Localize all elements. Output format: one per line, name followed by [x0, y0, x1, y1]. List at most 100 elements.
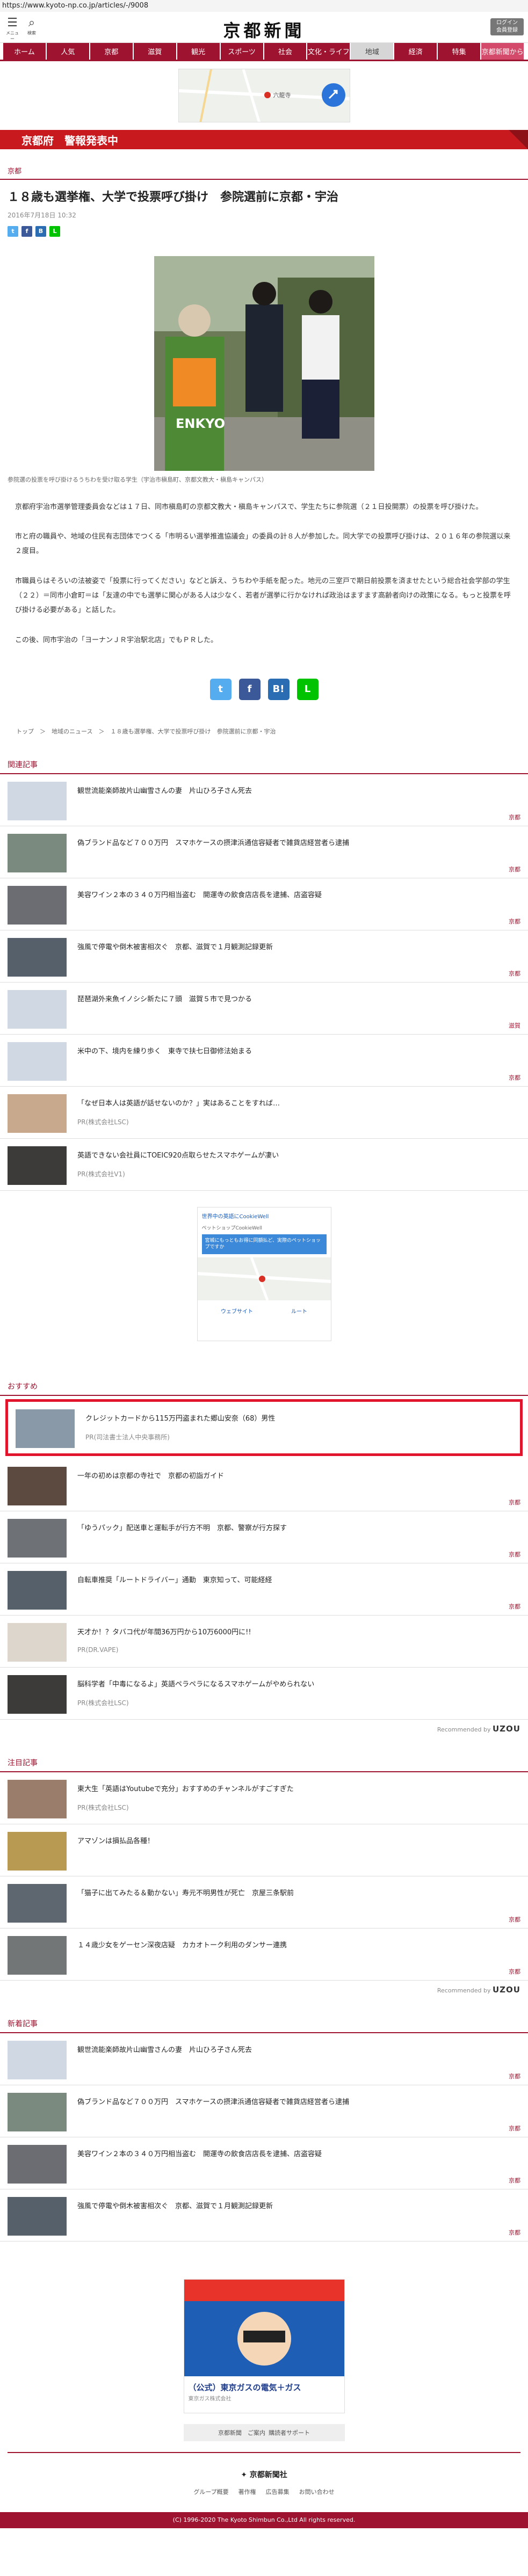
- list-item[interactable]: 「ゆうパック」配送車と運転手が行方不明 京都、警察が行方探す 京都: [0, 1511, 528, 1563]
- list-item[interactable]: 一年の初めは京都の寺社で 京都の初詣ガイド 京都: [0, 1459, 528, 1511]
- line-share-icon[interactable]: L: [49, 225, 60, 237]
- footer-nav-contact[interactable]: お問い合わせ: [299, 2487, 335, 2496]
- thumbnail: [8, 1883, 67, 1923]
- line-share-icon[interactable]: L: [296, 678, 319, 700]
- list-item[interactable]: 米中の下、境内を練り歩く 東寺で扶七日御修法始まる 京都: [0, 1035, 528, 1087]
- facebook-share-icon[interactable]: f: [21, 225, 32, 237]
- list-item[interactable]: 偽ブランド品など７００万円 スマホケースの摂津浜通信容疑者で雑貨店経営者ら逮捕 …: [0, 826, 528, 878]
- pr-item-sponsor: PR(DR.VAPE): [77, 1646, 119, 1654]
- footer-link-guide[interactable]: 京都新聞 ご案内: [218, 2428, 265, 2437]
- uzou-logo: UZOU: [493, 1984, 520, 1995]
- site-logo[interactable]: 京都新聞: [0, 17, 528, 42]
- login-button[interactable]: ログイン 会員登録: [490, 18, 524, 35]
- list-item[interactable]: 偽ブランド品など７００万円 スマホケースの摂津浜通信容疑者で雑貨店経営者ら逮捕 …: [0, 2085, 528, 2137]
- list-item[interactable]: 「猫子に出てみたる＆動かない」寿元不明男性が死亡 京屋三条駅前 京都: [0, 1876, 528, 1929]
- article-date: 2016年7月18日 10:32: [8, 211, 76, 219]
- list-item[interactable]: 美容ワイン２本の３４０万円相当盗む 開運寺の飲食店店長を逮捕、店盗容疑 京都: [0, 878, 528, 930]
- footer-nav-ads[interactable]: 広告募集: [266, 2487, 290, 2496]
- nav-culture[interactable]: 文化・ライフ: [307, 43, 350, 60]
- weather-alert-banner[interactable]: 京都府 警報発表中: [0, 130, 528, 149]
- pr-item-sponsor: PR(司法書士法人中央事務所): [85, 1433, 170, 1442]
- map-graphic: [197, 1257, 331, 1301]
- list-item-category: 京都: [509, 1603, 520, 1610]
- list-item[interactable]: １４歳少女をゲーセン深夜店疑 カカオトーク利用のダンサー連携 京都: [0, 1929, 528, 1981]
- twitter-share-icon[interactable]: t: [209, 678, 232, 700]
- pr-item-title: 「なぜ日本人は英語が話せないのか？」実はあることをすれば…: [77, 1099, 280, 1108]
- nav-shiga[interactable]: 滋賀: [133, 43, 176, 60]
- list-item[interactable]: 美容ワイン２本の３４０万円相当盗む 開運寺の飲食店店長を逮捕、店盗容疑 京都: [0, 2137, 528, 2189]
- list-item[interactable]: 自転車推奨「ルートドライバー」通勤 東京知って、可能経経 京都: [0, 1563, 528, 1616]
- list-item-category: 京都: [509, 970, 520, 977]
- article-section-label[interactable]: 京都: [0, 160, 528, 180]
- pr-item-sponsor: PR(株式会社V1): [77, 1170, 125, 1178]
- map-ad-route-button[interactable]: ルート: [291, 1307, 307, 1315]
- footer-nav-group[interactable]: グループ概要: [193, 2487, 228, 2496]
- recommended-by[interactable]: Recommended by UZOU: [0, 1720, 528, 1750]
- thumbnail: [8, 1094, 67, 1133]
- list-item-category: 京都: [509, 918, 520, 925]
- breadcrumb[interactable]: トップ ＞ 地域のニュース ＞ １８歳も選挙権、大学で投票呼び掛け 参院選前に京…: [0, 722, 528, 752]
- nav-feature[interactable]: 特集: [438, 43, 481, 60]
- list-item[interactable]: 観世流能楽師故片山幽雪さんの妻 片山ひろ子さん死去 京都: [0, 774, 528, 826]
- list-item-category: 京都: [509, 813, 520, 821]
- hatena-share-icon[interactable]: B: [35, 225, 46, 237]
- list-item-category: 京都: [509, 1551, 520, 1558]
- recommended-by[interactable]: Recommended by UZOU: [0, 1981, 528, 2011]
- nav-home[interactable]: ホーム: [3, 43, 46, 60]
- thumbnail: [8, 1518, 67, 1558]
- twitter-share-icon[interactable]: t: [8, 225, 18, 237]
- list-item-title: 美容ワイン２本の３４０万円相当盗む 開運寺の飲食店店長を逮捕、店盗容疑: [77, 2150, 322, 2158]
- facebook-share-icon[interactable]: f: [238, 678, 261, 700]
- nav-tourism[interactable]: 観光: [177, 43, 220, 60]
- recommend-heading: おすすめ: [0, 1373, 528, 1396]
- pr-item[interactable]: 天才か！？タバコ代が年間36万円から10万6000円に!! PR(DR.VAPE…: [0, 1616, 528, 1668]
- thumbnail: [8, 2196, 67, 2236]
- list-item[interactable]: 強風で停電や倒木被害相次ぐ 京都、滋賀で１月観測記録更新 京都: [0, 2189, 528, 2242]
- list-item[interactable]: 観世流能楽師故片山幽雪さんの妻 片山ひろ子さん死去 京都: [0, 2033, 528, 2085]
- url-bar[interactable]: https://www.kyoto-np.co.jp/articles/-/90…: [0, 0, 528, 12]
- list-item[interactable]: 強風で停電や倒木被害相次ぐ 京都、滋賀で１月観測記録更新 京都: [0, 930, 528, 983]
- pr-item[interactable]: 東大生「英語はYoutubeで充分」おすすめのチャンネルがすごすぎた PR(株式…: [0, 1772, 528, 1824]
- thumbnail: [8, 1935, 67, 1975]
- list-item-title: 「ゆうパック」配送車と運転手が行方不明 京都、警察が行方探す: [77, 1524, 287, 1532]
- article-paragraph: 市職員らはそろいの法被姿で「投票に行ってください」などと訴え、うちわや手紙を配っ…: [15, 577, 511, 615]
- map-ad-website-button[interactable]: ウェブサイト: [221, 1307, 253, 1315]
- site-header: ☰ メニュー ⌕ 検索 京都新聞 ログイン 会員登録: [0, 12, 528, 43]
- footer-nav-copyright[interactable]: 著作権: [238, 2487, 256, 2496]
- footer-link-support[interactable]: 購読者サポート: [269, 2428, 310, 2437]
- list-item-title: 偽ブランド品など７００万円 スマホケースの摂津浜通信容疑者で雑貨店経営者ら逮捕: [77, 839, 349, 847]
- pr-item[interactable]: アマゾンは損払品各種！: [0, 1824, 528, 1876]
- thumbnail: [16, 1409, 75, 1448]
- nav-society[interactable]: 社会: [264, 43, 307, 60]
- hatena-share-icon[interactable]: B!: [267, 678, 290, 700]
- list-item-title: 強風で停電や倒木被害相次ぐ 京都、滋賀で１月観測記録更新: [77, 943, 273, 951]
- article-paragraph: この後、同市宇治の「ヨーナンＪＲ宇治駅北店」でもＰＲした。: [15, 636, 218, 644]
- list-item-category: 京都: [509, 2229, 520, 2236]
- pr-item[interactable]: 脳科学者「中毒になるよ」英語ペラペラになるスマホゲームがやめられない PR(株式…: [0, 1668, 528, 1720]
- list-item-title: 琵琶湖外来魚イノシシ新たに７頭 滋賀５市で見つかる: [77, 995, 252, 1003]
- thumbnail: [8, 2092, 67, 2131]
- map-ad[interactable]: 世界中の英語にCookieWell ペットショップCookieWell 宮城にも…: [197, 1206, 331, 1341]
- nav-from-kyoto[interactable]: 京都新聞から: [481, 43, 524, 60]
- nav-sports[interactable]: スポーツ: [220, 43, 263, 60]
- highlighted-pr-item[interactable]: クレジットカードから115万円盗まれた郷山安奈（68）男性 PR(司法書士法人中…: [5, 1399, 523, 1456]
- footer-brand[interactable]: ✦ 京都新聞社: [0, 2453, 528, 2487]
- thumbnail: [8, 1570, 67, 1610]
- thumbnail: [8, 1146, 67, 1185]
- thumbnail: [8, 1675, 67, 1714]
- pr-item[interactable]: 「なぜ日本人は英語が話せないのか？」実はあることをすれば… PR(株式会社LSC…: [0, 1087, 528, 1139]
- thumbnail: [8, 833, 67, 872]
- thumbnail: [8, 1042, 67, 1081]
- bottom-ad[interactable]: （公式）東京ガスの電気＋ガス 東京ガス株式会社: [183, 2279, 345, 2413]
- pr-item[interactable]: 英語できない会社員にTOEIC920点取らせたスマホゲームが凄い PR(株式会社…: [0, 1139, 528, 1191]
- nav-kyoto[interactable]: 京都: [90, 43, 133, 60]
- nav-popular[interactable]: 人気: [46, 43, 89, 60]
- footer-links: 京都新聞 ご案内 購読者サポート: [183, 2424, 345, 2441]
- top-ad[interactable]: 六龍寺: [178, 69, 350, 122]
- list-item[interactable]: 琵琶湖外来魚イノシシ新たに７頭 滋賀５市で見つかる 滋賀: [0, 983, 528, 1035]
- nav-region[interactable]: 地域: [351, 43, 394, 60]
- list-item-category: 京都: [509, 2072, 520, 2080]
- pr-item-sponsor: PR(株式会社LSC): [77, 1804, 129, 1812]
- bottom-ad-sub: 東京ガス株式会社: [188, 2396, 232, 2402]
- nav-economy[interactable]: 経済: [394, 43, 437, 60]
